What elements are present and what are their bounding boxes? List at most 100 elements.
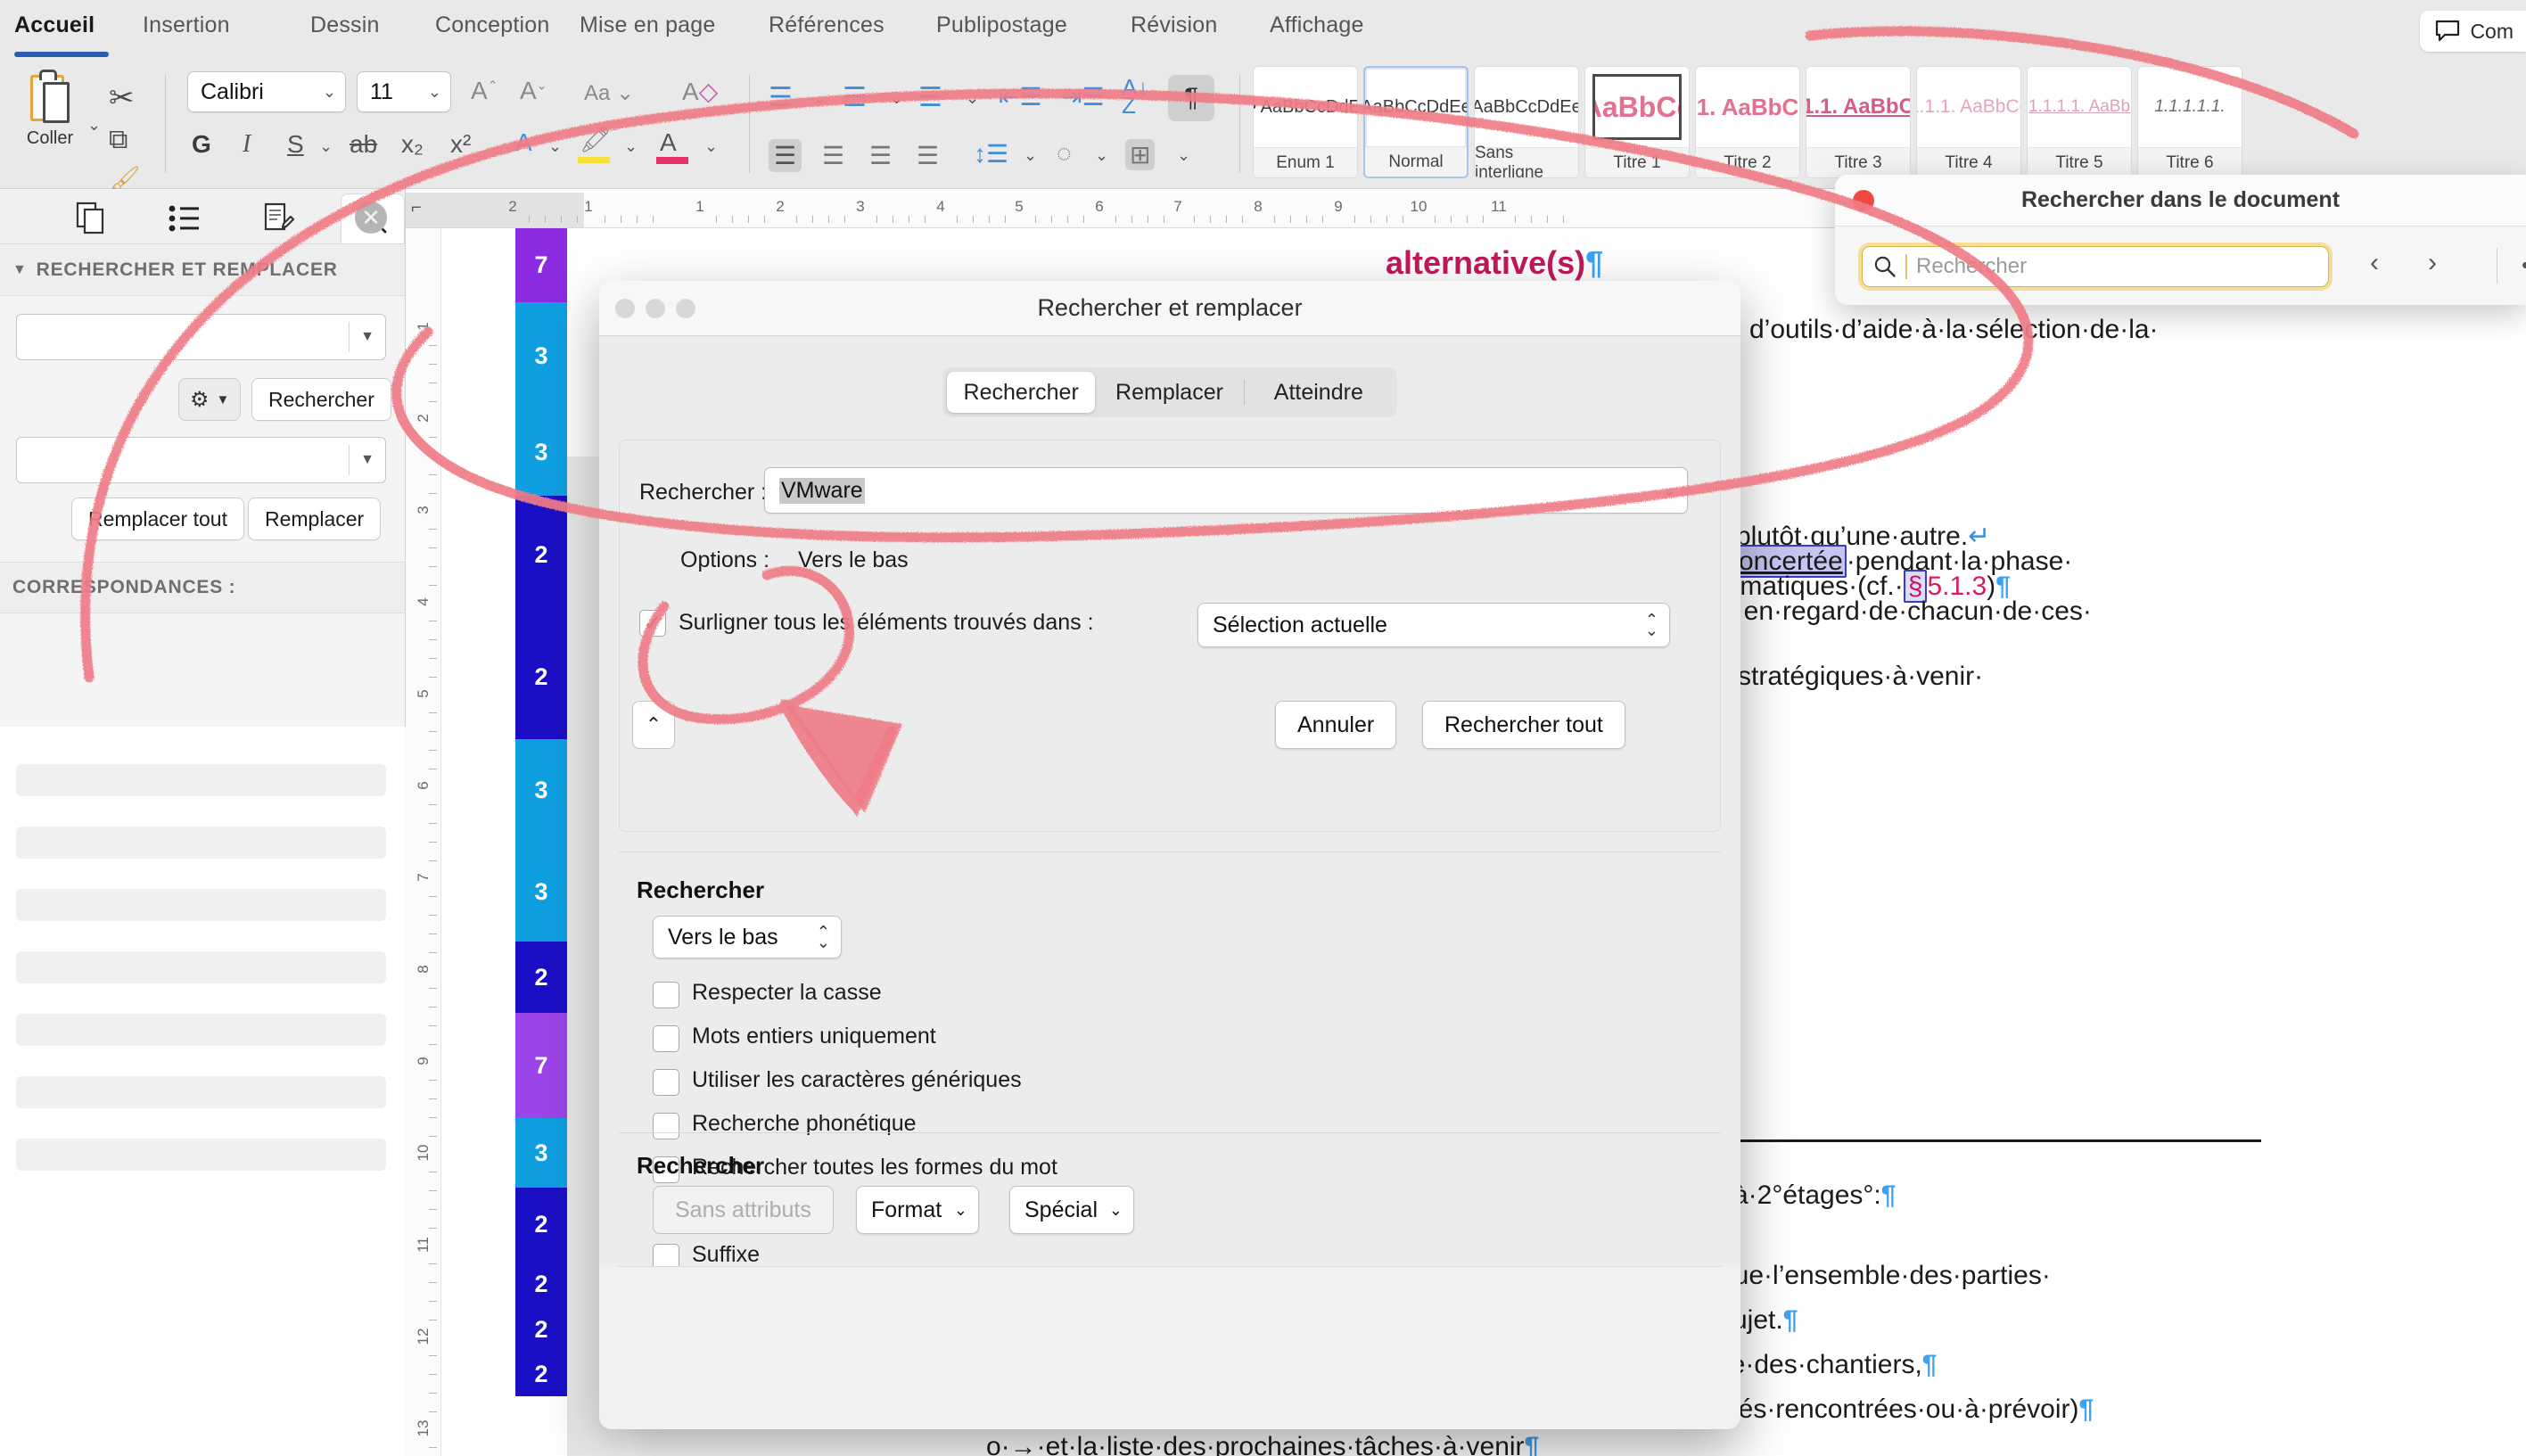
nav-block[interactable]: 3	[515, 842, 567, 942]
navigation-heat-strip[interactable]: 73322332732222	[515, 228, 567, 1456]
highlight-scope-select[interactable]: Sélection actuelle ⌃ ⌄	[1197, 603, 1670, 647]
numbered-list-icon[interactable]: ☰	[843, 82, 867, 113]
find-next-button[interactable]: ›	[2428, 248, 2437, 278]
find-all-button[interactable]: Rechercher tout	[1422, 701, 1625, 749]
shading-chevron-down-icon[interactable]: ⌄	[1095, 146, 1108, 165]
style-card-titre-5[interactable]: 1.1.1.1. AaBb Titre 5	[2027, 66, 2132, 178]
highlight-icon[interactable]: 🖍	[580, 125, 612, 154]
subscript-button[interactable]: x₂	[401, 130, 424, 159]
cut-scissors-icon[interactable]: ✂	[109, 80, 135, 116]
zoom-window-button[interactable]	[676, 299, 695, 318]
match-result-placeholder[interactable]	[16, 1076, 386, 1108]
nav-block[interactable]: 2	[515, 1188, 567, 1261]
ribbon-tab-affichage[interactable]: Affichage	[1270, 12, 1364, 38]
clear-formatting-icon[interactable]: A◇	[682, 77, 718, 106]
nav-block[interactable]: 2	[515, 614, 567, 739]
match-result-placeholder[interactable]	[16, 827, 386, 859]
match-result-placeholder[interactable]	[16, 1139, 386, 1171]
decrease-indent-icon[interactable]: ⇤☰	[999, 82, 1042, 111]
increase-indent-icon[interactable]: ⇥☰	[1061, 82, 1105, 111]
font-name-select[interactable]: Calibri ⌄	[187, 71, 346, 112]
nav-block[interactable]: 2	[515, 1307, 567, 1352]
collapse-dialog-button[interactable]: ⌃	[632, 701, 675, 749]
special-menu-button[interactable]: Spécial ⌄	[1009, 1186, 1134, 1234]
style-card-titre-4[interactable]: 1.1.1. AaBbCc Titre 4	[1916, 66, 2021, 178]
sidebar-options-button[interactable]: ⚙ ▼	[178, 378, 242, 421]
tab-rechercher[interactable]: Rechercher	[947, 372, 1096, 413]
change-case-icon[interactable]: Aa ⌄	[584, 80, 634, 106]
sidebar-find-button[interactable]: Rechercher	[251, 378, 391, 421]
sidebar-replace-input[interactable]: ▼	[16, 437, 386, 483]
nav-block[interactable]: 3	[515, 302, 567, 409]
align-right-icon[interactable]: ☰	[869, 141, 892, 170]
style-card-enum-1[interactable]: • AaBbCcDdE Enum 1	[1253, 66, 1358, 178]
horizontal-ruler[interactable]: ⌐ 2 1 1 2 3 4 5 6 7 8 9 10 11	[406, 193, 1877, 228]
style-card-titre-2[interactable]: 1. AaBbC Titre 2	[1695, 66, 1800, 178]
ribbon-tab-r-f-rences[interactable]: Références	[769, 12, 885, 38]
font-color-chevron-down-icon[interactable]: ⌄	[704, 137, 718, 156]
nav-block[interactable]: 2	[515, 1352, 567, 1396]
paste-button[interactable]: Coller	[20, 70, 80, 149]
search-direction-select[interactable]: Vers le bas ⌃ ⌄	[653, 916, 842, 958]
nav-block[interactable]: 7	[515, 1013, 567, 1118]
shrink-font-icon[interactable]: A⌄	[520, 77, 547, 105]
cancel-button[interactable]: Annuler	[1275, 701, 1397, 749]
chevron-down-icon[interactable]: ⌄	[1663, 481, 1676, 500]
font-size-select[interactable]: 11 ⌄	[357, 71, 451, 112]
align-left-icon[interactable]: ☰	[769, 139, 802, 172]
line-spacing-chevron-down-icon[interactable]: ⌄	[1024, 146, 1037, 165]
dialog-titlebar[interactable]: Rechercher et remplacer	[599, 281, 1740, 336]
align-center-icon[interactable]: ☰	[822, 141, 844, 170]
window-traffic-lights[interactable]	[615, 299, 695, 318]
sidebar-replace-all-button[interactable]: Remplacer tout	[71, 498, 244, 540]
styles-gallery[interactable]: • AaBbCcDdE Enum 1 AaBbCcDdEe Normal AaBbCcD…	[1253, 66, 2242, 180]
style-card-normal[interactable]: AaBbCcDdEe Normal	[1363, 66, 1469, 178]
nav-block[interactable]: 3	[515, 409, 567, 496]
shading-icon[interactable]: ◌	[1057, 139, 1072, 168]
tab-stop-indicator[interactable]: ⌐	[411, 198, 422, 218]
find-more-options-button[interactable]: •••	[2522, 251, 2526, 279]
highlight-chevron-down-icon[interactable]: ⌄	[624, 137, 638, 156]
checkbox-3[interactable]	[653, 1113, 679, 1139]
match-result-placeholder[interactable]	[16, 1014, 386, 1046]
sort-icon[interactable]: A↓ Z	[1122, 76, 1148, 117]
dialog-tabs[interactable]: Rechercher Remplacer Atteindre	[942, 367, 1397, 417]
match-result-placeholder[interactable]	[16, 889, 386, 921]
bullet-list-chevron-down-icon[interactable]: ⌄	[813, 89, 827, 108]
find-bar-search-field[interactable]: Rechercher	[1862, 246, 2329, 287]
checkbox-0[interactable]	[653, 982, 679, 1008]
document-find-bar[interactable]: Rechercher dans le document Rechercher ‹…	[1835, 175, 2526, 305]
multilevel-list-chevron-down-icon[interactable]: ⌄	[966, 89, 979, 108]
ribbon-tab-r-vision[interactable]: Révision	[1131, 12, 1217, 38]
vertical-ruler[interactable]: 1 2 3 4 5 6 7 8 9 10 11 12 13	[406, 228, 441, 1456]
font-color-icon[interactable]: A	[660, 128, 677, 157]
strikethrough-button[interactable]: ab	[350, 130, 377, 159]
ribbon-tab-publipostage[interactable]: Publipostage	[936, 12, 1067, 38]
checkbox-2[interactable]	[653, 1069, 679, 1096]
ribbon-tab-insertion[interactable]: Insertion	[143, 12, 230, 38]
bullet-list-icon[interactable]: ☰	[769, 82, 793, 113]
nav-block[interactable]: 2	[515, 942, 567, 1013]
find-previous-button[interactable]: ‹	[2370, 248, 2379, 278]
italic-button[interactable]: I	[243, 130, 251, 159]
nav-block[interactable]: 3	[515, 739, 567, 842]
match-result-placeholder[interactable]	[16, 951, 386, 983]
format-menu-button[interactable]: Format ⌄	[856, 1186, 979, 1234]
style-card-titre-1[interactable]: AaBbCc Titre 1	[1584, 66, 1690, 178]
bold-button[interactable]: G	[192, 130, 211, 159]
nav-block[interactable]: 2	[515, 1261, 567, 1307]
nav-block[interactable]: 7	[515, 228, 567, 302]
show-formatting-marks-button[interactable]: ¶	[1168, 75, 1214, 121]
sidebar-tab-pages[interactable]	[59, 193, 122, 243]
nav-block[interactable]: 2	[515, 496, 567, 614]
find-combo[interactable]: VMware ⌄	[764, 467, 1688, 514]
style-card-titre-3[interactable]: 1.1. AaBbC Titre 3	[1806, 66, 1911, 178]
nav-block[interactable]: 3	[515, 1118, 567, 1188]
align-justify-icon[interactable]: ☰	[917, 141, 939, 170]
no-formatting-button[interactable]: Sans attributs	[653, 1186, 834, 1234]
ribbon-tab-conception[interactable]: Conception	[435, 12, 549, 38]
sidebar-find-chevron-down-icon[interactable]: ▼	[350, 329, 385, 345]
text-effects-icon[interactable]: A	[515, 128, 532, 157]
sidebar-replace-button[interactable]: Remplacer	[248, 498, 382, 540]
line-spacing-icon[interactable]: ↕☰	[974, 139, 1008, 169]
